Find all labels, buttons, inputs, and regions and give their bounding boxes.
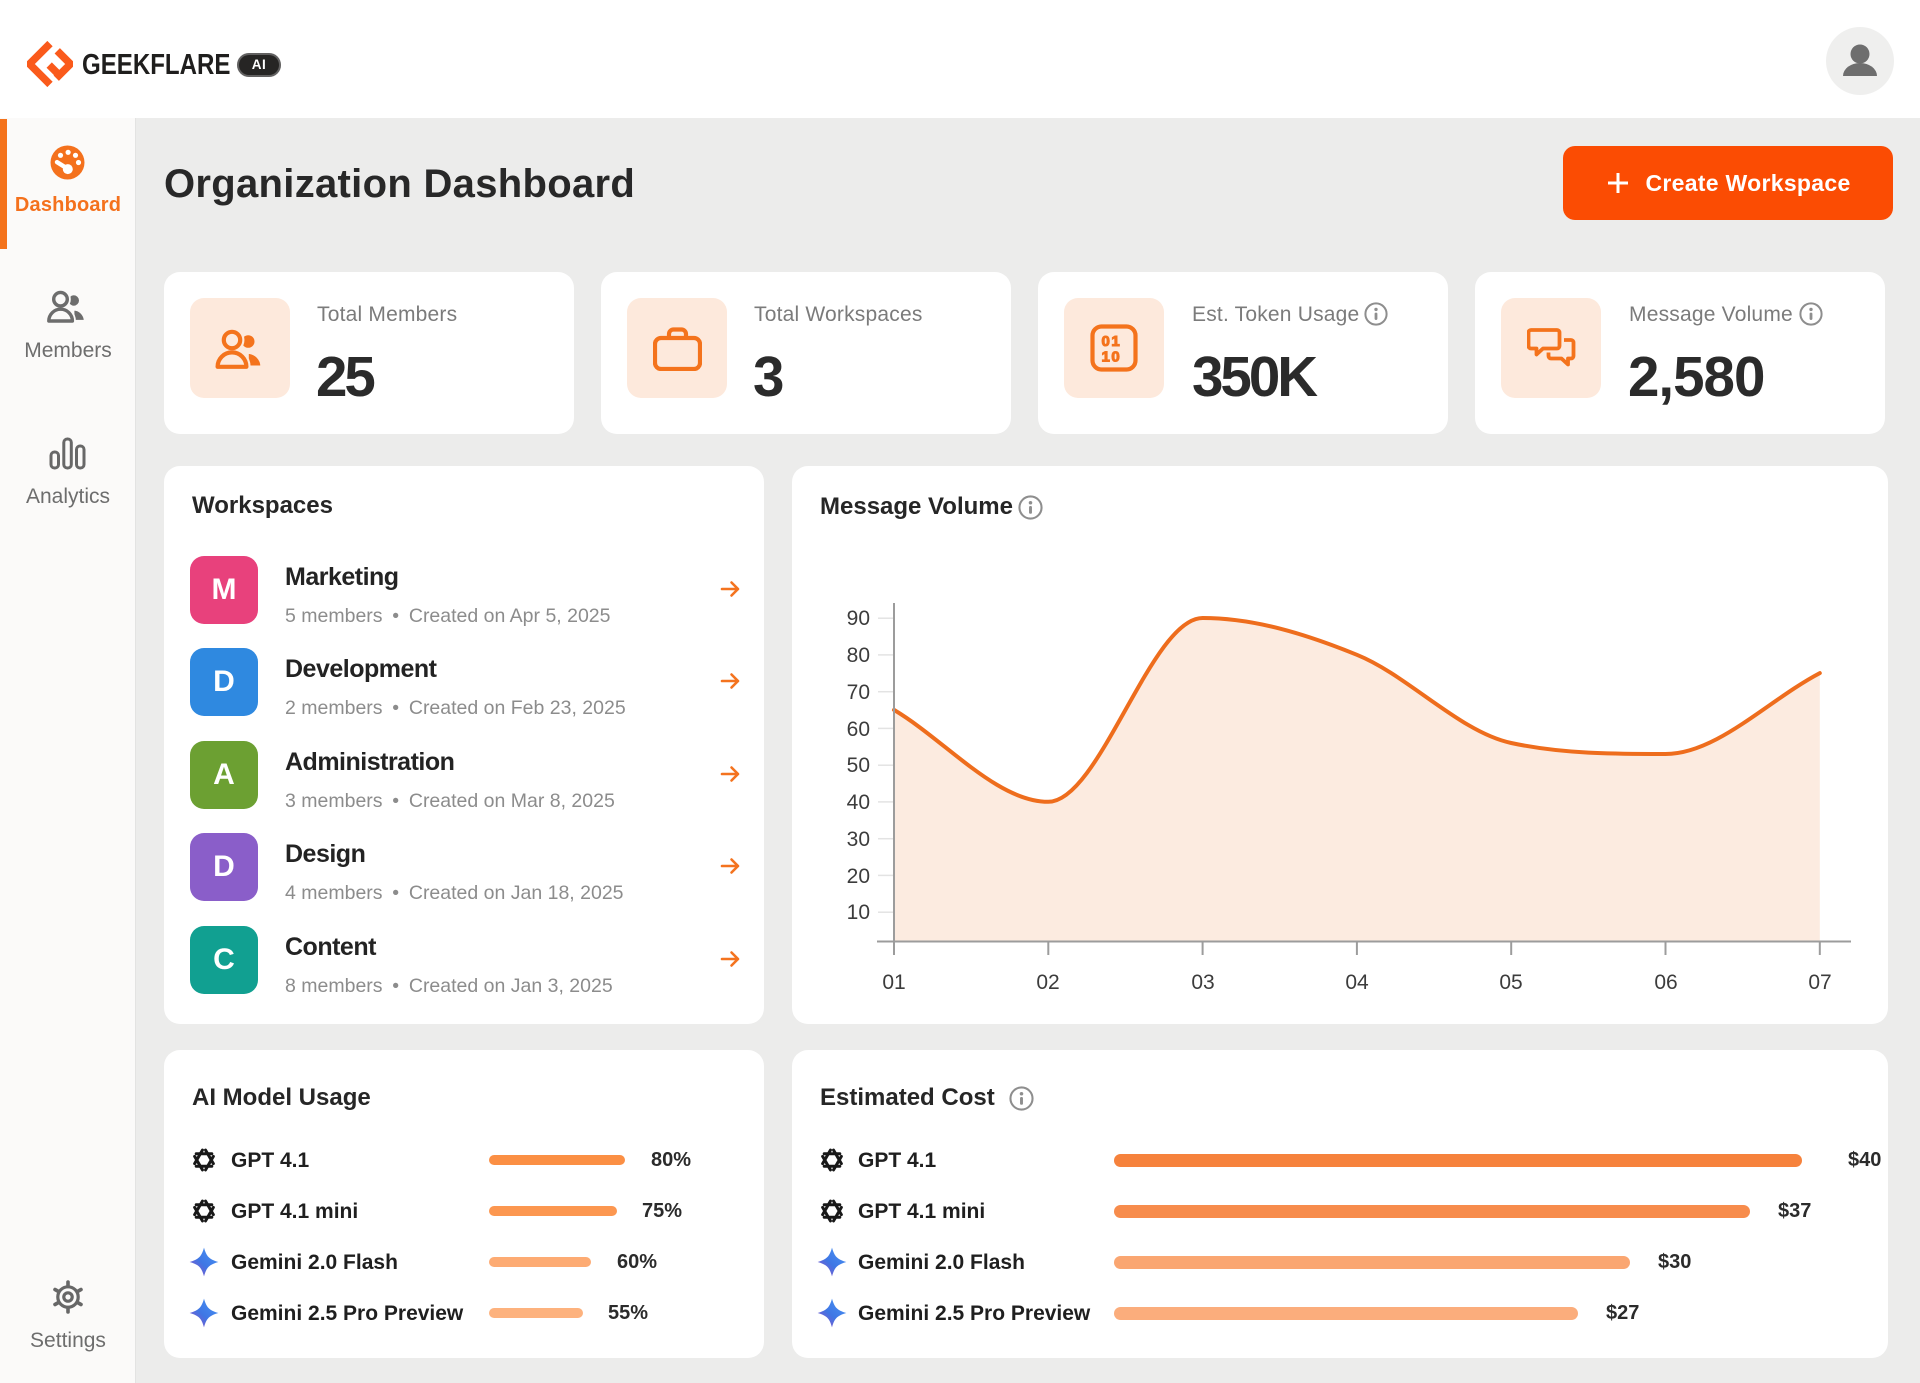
svg-text:90: 90 xyxy=(847,607,870,630)
svg-text:10: 10 xyxy=(1102,349,1122,366)
svg-text:07: 07 xyxy=(1808,971,1831,994)
svg-text:06: 06 xyxy=(1654,971,1677,994)
svg-text:40: 40 xyxy=(847,791,870,814)
svg-text:03: 03 xyxy=(1191,971,1214,994)
svg-text:05: 05 xyxy=(1499,971,1522,994)
svg-text:20: 20 xyxy=(847,865,870,888)
svg-text:80: 80 xyxy=(847,644,870,667)
svg-text:50: 50 xyxy=(847,754,870,777)
svg-text:01: 01 xyxy=(1102,333,1122,350)
svg-text:10: 10 xyxy=(847,901,870,924)
svg-text:02: 02 xyxy=(1036,971,1059,994)
svg-text:70: 70 xyxy=(847,681,870,704)
svg-text:60: 60 xyxy=(847,718,870,741)
svg-text:30: 30 xyxy=(847,828,870,851)
svg-text:01: 01 xyxy=(882,971,905,994)
svg-text:04: 04 xyxy=(1345,971,1369,994)
